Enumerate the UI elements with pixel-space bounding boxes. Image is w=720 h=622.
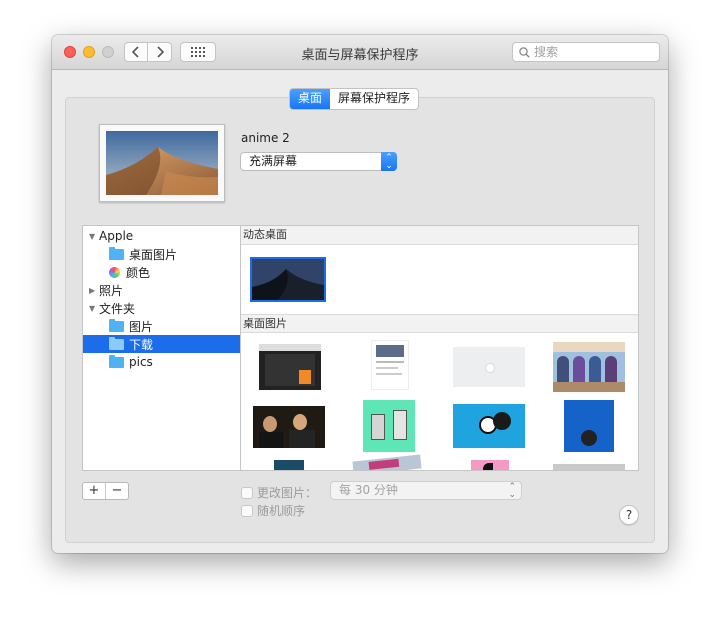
folder-icon	[109, 336, 124, 350]
remove-folder-button[interactable]: −	[105, 483, 128, 499]
wallpaper-thumb[interactable]	[453, 404, 525, 448]
checkbox-box	[241, 504, 253, 517]
random-order-label: 随机顺序	[257, 504, 306, 518]
change-picture-checkbox[interactable]: 更改图片：	[241, 484, 317, 501]
folder-icon	[109, 354, 124, 368]
sidebar-group-folders[interactable]: ▼ 文件夹	[83, 299, 240, 317]
tab-bar: 桌面 屏幕保护程序	[289, 88, 420, 110]
title-bar: 桌面与屏幕保护程序	[52, 35, 668, 70]
wallpaper-thumb[interactable]	[274, 460, 304, 470]
sidebar-group-apple[interactable]: ▼ Apple	[83, 227, 240, 245]
disclosure-expanded-icon: ▼	[89, 303, 96, 313]
sidebar-item-desktop-pictures[interactable]: 桌面图片	[83, 245, 240, 263]
checkbox-box	[241, 486, 253, 499]
wallpaper-preview	[99, 124, 225, 202]
wallpaper-thumb[interactable]	[371, 340, 409, 390]
sidebar-item-label: 颜色	[126, 265, 151, 280]
source-sidebar: ▼ Apple 桌面图片 颜色 ▶ 照片 ▼ 文件夹 图片 下载 pics	[82, 225, 241, 471]
random-order-checkbox[interactable]: 随机顺序	[241, 502, 305, 519]
wallpaper-name: anime 2	[241, 131, 290, 145]
fill-mode-value: 充满屏幕	[249, 154, 298, 168]
search-icon	[519, 46, 530, 58]
sidebar-item-label: pics	[129, 355, 153, 369]
search-input[interactable]	[534, 45, 634, 59]
sidebar-item-downloads[interactable]: 下载	[83, 335, 240, 353]
sidebar-item-label: 桌面图片	[129, 247, 178, 262]
section-header-dynamic: 动态桌面	[241, 226, 638, 245]
sidebar-item-label: 照片	[99, 283, 124, 298]
dune-night-thumbnail	[252, 259, 324, 300]
tab-desktop[interactable]: 桌面	[290, 89, 331, 109]
sidebar-item-pictures[interactable]: 图片	[83, 317, 240, 335]
wallpaper-thumb[interactable]	[259, 344, 321, 390]
tab-screensaver[interactable]: 屏幕保护程序	[330, 89, 418, 109]
desert-wallpaper-image	[106, 131, 218, 195]
wallpaper-thumb[interactable]	[453, 347, 525, 387]
wallpaper-grid: 动态桌面 桌面图片	[240, 225, 639, 471]
interval-value: 每 30 分钟	[339, 483, 398, 497]
wallpaper-thumb[interactable]	[363, 400, 415, 452]
fill-mode-select[interactable]: 充满屏幕 ⌃ ⌄	[240, 152, 397, 171]
change-picture-label: 更改图片：	[257, 486, 318, 500]
help-button[interactable]: ?	[619, 505, 639, 525]
sidebar-item-colors[interactable]: 颜色	[83, 263, 240, 281]
interval-select[interactable]: 每 30 分钟 ⌃ ⌄	[330, 481, 522, 500]
search-field[interactable]	[512, 42, 660, 62]
disclosure-expanded-icon: ▼	[89, 231, 96, 241]
folder-icon	[109, 318, 124, 332]
select-arrows-icon: ⌃ ⌄	[381, 152, 397, 171]
wallpaper-thumb[interactable]	[553, 342, 625, 392]
section-header-desktop-pictures: 桌面图片	[241, 314, 638, 333]
folder-icon	[109, 246, 124, 260]
disclosure-collapsed-icon: ▶	[89, 285, 96, 295]
wallpaper-thumb[interactable]	[553, 464, 625, 470]
wallpaper-thumb-selected[interactable]	[250, 257, 326, 302]
sidebar-item-label: 图片	[129, 319, 154, 334]
sidebar-item-pics[interactable]: pics	[83, 353, 240, 371]
add-folder-button[interactable]: +	[83, 483, 105, 499]
select-arrows-icon: ⌃ ⌄	[508, 482, 516, 500]
sidebar-group-photos[interactable]: ▶ 照片	[83, 281, 240, 299]
add-remove-control: + −	[82, 482, 129, 500]
wallpaper-thumb[interactable]	[352, 454, 422, 470]
wallpaper-thumb[interactable]	[253, 406, 325, 448]
sidebar-item-label: Apple	[99, 229, 134, 243]
wallpaper-thumb[interactable]	[564, 400, 614, 452]
color-wheel-icon	[109, 266, 120, 278]
sidebar-item-label: 下载	[129, 337, 154, 352]
wallpaper-thumb[interactable]	[471, 460, 509, 470]
preferences-window: 桌面与屏幕保护程序 桌面 屏幕保护程序 anime 2 充满屏幕 ⌃⌄ ▼ Ap	[52, 35, 668, 553]
sidebar-item-label: 文件夹	[99, 301, 136, 316]
